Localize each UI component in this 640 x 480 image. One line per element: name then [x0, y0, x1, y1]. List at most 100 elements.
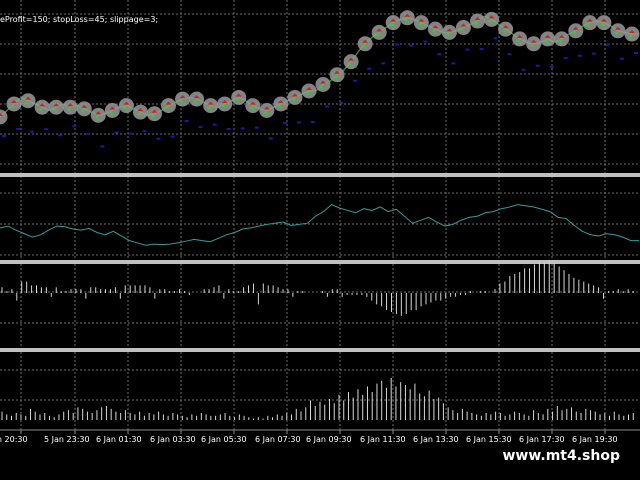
- grid: [0, 0, 640, 430]
- mid-dot: [577, 54, 582, 57]
- trade-marker: [526, 36, 542, 52]
- trade-marker: [582, 15, 598, 31]
- trade-marker: [203, 98, 219, 114]
- watermark: www.mt4.shop: [494, 444, 628, 468]
- time-tick-label: 6 Jan 07:30: [255, 435, 301, 444]
- trade-marker: [385, 15, 401, 31]
- mid-dot: [409, 44, 414, 47]
- mid-dot: [2, 134, 6, 137]
- mid-dot: [100, 145, 105, 148]
- marker-halo: [469, 13, 485, 29]
- mid-dot: [395, 43, 400, 46]
- marker-halo: [610, 23, 626, 39]
- trade-marker: [76, 101, 92, 117]
- mid-dot: [507, 53, 512, 56]
- mid-dot: [339, 101, 344, 104]
- trade-marker: [287, 89, 303, 105]
- trade-marker: [104, 102, 120, 118]
- trade-marker: [90, 107, 106, 123]
- trade-marker: [498, 21, 514, 37]
- mid-dot: [493, 37, 498, 40]
- mid-dot: [549, 65, 554, 68]
- trade-marker: [259, 102, 275, 118]
- time-tick-label: 6 Jan 15:30: [466, 435, 512, 444]
- time-axis: 3 Jan 20:30 5 Jan 23:30 6 Jan 01:30 6 Jan 0…: [0, 430, 618, 444]
- trade-marker: [273, 96, 289, 112]
- mid-dot: [423, 40, 428, 43]
- mid-dot: [437, 53, 442, 56]
- trade-marker: [329, 67, 345, 83]
- mid-dot: [521, 68, 526, 71]
- mid-dot: [198, 126, 203, 129]
- trade-marker: [118, 98, 134, 114]
- marker-halo: [624, 26, 640, 42]
- time-tick-label: 6 Jan 13:30: [413, 435, 459, 444]
- trade-marker: [427, 21, 443, 37]
- histogram-pane[interactable]: [1, 260, 634, 316]
- trade-marker: [343, 54, 359, 70]
- marker-halo: [118, 98, 134, 114]
- params-label: eProfit=150; stopLoss=45; slippage=3;: [0, 15, 158, 24]
- oscillator-line: [0, 204, 639, 246]
- marker-halo: [20, 93, 36, 109]
- time-tick-label: 3 Jan 20:30: [0, 435, 28, 444]
- pane-separator-1[interactable]: [0, 173, 640, 177]
- time-tick-label: 6 Jan 19:30: [572, 435, 618, 444]
- volume-pane[interactable]: [1, 378, 634, 420]
- oscillator-pane[interactable]: [0, 204, 639, 246]
- trade-marker: [48, 99, 64, 115]
- mid-dot: [633, 52, 638, 55]
- trade-marker: [371, 24, 387, 40]
- trade-marker: [357, 36, 373, 52]
- trade-marker: [554, 31, 570, 47]
- mid-dot: [535, 64, 540, 67]
- mid-dot: [451, 62, 456, 65]
- mid-dot: [184, 120, 189, 123]
- pane-separator-3[interactable]: [0, 348, 640, 352]
- mid-dot: [226, 127, 231, 130]
- mid-dot: [16, 127, 21, 130]
- trade-marker: [34, 99, 50, 115]
- mid-dot: [58, 134, 63, 137]
- trade-marker: [413, 15, 429, 31]
- mid-dot: [310, 120, 315, 123]
- mid-dot: [479, 48, 484, 51]
- trade-marker: [315, 76, 331, 92]
- mid-dot: [367, 67, 372, 70]
- time-tick-label: 6 Jan 01:30: [96, 435, 142, 444]
- mid-dot: [591, 52, 596, 55]
- mid-dot: [72, 125, 77, 128]
- trade-marker: [20, 93, 36, 109]
- mid-dot: [353, 79, 358, 82]
- marker-halo: [6, 96, 22, 112]
- trade-marker: [469, 13, 485, 29]
- mid-dot: [605, 43, 610, 46]
- mid-dot: [114, 131, 119, 134]
- trade-marker: [568, 23, 584, 39]
- mid-dot: [212, 123, 217, 126]
- mid-dot: [325, 105, 330, 108]
- trade-marker: [146, 106, 162, 122]
- trade-marker: [6, 96, 22, 112]
- trade-marker: [610, 23, 626, 39]
- trade-marker: [132, 104, 148, 120]
- trade-marker: [189, 91, 205, 107]
- marker-halo: [245, 98, 261, 114]
- time-tick-label: 6 Jan 11:30: [360, 435, 406, 444]
- time-tick-label: 6 Jan 17:30: [519, 435, 565, 444]
- mid-dot: [563, 56, 568, 59]
- trade-marker: [301, 83, 317, 99]
- trading-chart[interactable]: eProfit=150; stopLoss=45; slippage=3; 3 …: [0, 0, 640, 480]
- time-tick-label: 6 Jan 03:30: [150, 435, 196, 444]
- time-tick-label: 6 Jan 09:30: [306, 435, 352, 444]
- mid-dot: [44, 128, 49, 131]
- mid-dot: [30, 130, 35, 133]
- trade-marker: [484, 11, 500, 27]
- price-pane[interactable]: [0, 10, 640, 148]
- trade-marker: [231, 89, 247, 105]
- price-line: [0, 15, 639, 118]
- trade-marker: [62, 99, 78, 115]
- mid-dot: [142, 130, 147, 133]
- trade-marker: [217, 96, 233, 112]
- marker-halo: [498, 21, 514, 37]
